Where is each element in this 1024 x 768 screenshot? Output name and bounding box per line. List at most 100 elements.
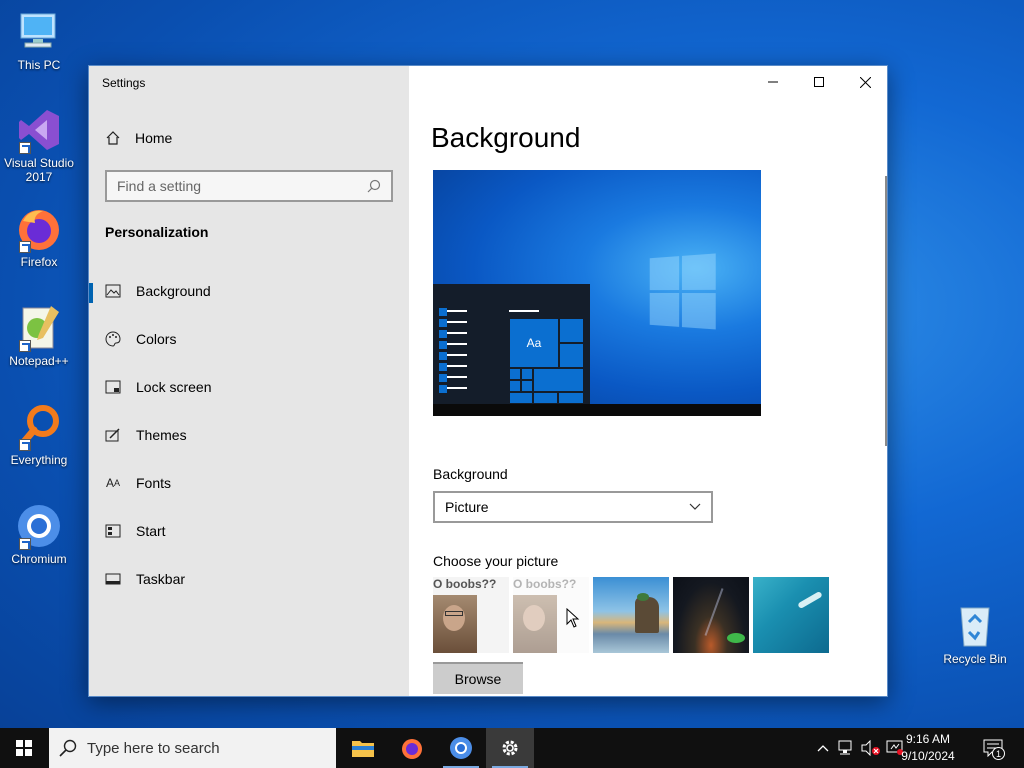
desktop-icon-everything[interactable]: Everything	[1, 403, 77, 467]
action-center-button[interactable]: 1	[978, 728, 1008, 768]
desktop-icon-label: Notepad++	[9, 354, 69, 368]
picture-thumbnail[interactable]	[753, 577, 829, 653]
search-placeholder: Find a setting	[117, 178, 202, 194]
sidebar-item-start[interactable]: Start	[89, 511, 409, 551]
desktop-icon-label: Visual Studio 2017	[4, 156, 74, 184]
picture-thumbnail[interactable]	[593, 577, 669, 653]
desktop-icon-label: Everything	[10, 453, 68, 467]
lock-screen-icon	[105, 379, 121, 395]
shortcut-arrow-icon	[19, 538, 31, 550]
search-placeholder: Type here to search	[87, 739, 220, 757]
show-hidden-icons-button[interactable]	[814, 728, 832, 768]
close-button[interactable]	[842, 66, 887, 98]
window-title: Settings	[102, 76, 146, 90]
dropdown-value: Picture	[445, 499, 489, 515]
shortcut-arrow-icon	[19, 241, 31, 253]
taskbar: Type here to search 9:16 AM 9/10/2024 1	[0, 728, 1024, 768]
shortcut-arrow-icon	[19, 340, 31, 352]
sidebar-item-colors[interactable]: Colors	[89, 319, 409, 359]
clock-date: 9/10/2024	[901, 749, 955, 763]
shortcut-arrow-icon	[19, 142, 31, 154]
gear-icon	[502, 740, 518, 756]
sidebar-item-themes[interactable]: Themes	[89, 415, 409, 455]
sidebar-item-taskbar[interactable]: Taskbar	[89, 559, 409, 599]
browse-button[interactable]: Browse	[433, 662, 523, 694]
sidebar-item-label: Colors	[136, 331, 177, 347]
shortcut-arrow-icon	[19, 439, 31, 451]
visual-studio-icon	[15, 106, 63, 154]
start-icon	[105, 523, 121, 539]
background-label: Background	[433, 466, 508, 482]
chromium-icon	[450, 737, 472, 759]
sidebar-item-lock-screen[interactable]: Lock screen	[89, 367, 409, 407]
everything-search-icon	[15, 403, 63, 451]
chromium-icon	[15, 502, 63, 550]
sidebar-item-label: Start	[136, 523, 166, 539]
taskbar-preview	[433, 404, 761, 416]
start-button[interactable]	[0, 728, 48, 768]
taskbar-firefox[interactable]	[388, 728, 436, 768]
windows-logo-preview	[649, 253, 717, 330]
desktop-icon-label: Chromium	[11, 552, 67, 566]
taskbar-settings[interactable]	[486, 728, 534, 768]
home-link[interactable]: Home	[105, 130, 172, 146]
desktop-icon-this-pc[interactable]: This PC	[1, 8, 77, 72]
clock-time: 9:16 AM	[905, 732, 951, 746]
firefox-icon	[402, 739, 422, 759]
scrollbar[interactable]	[885, 176, 887, 446]
network-tray-icon[interactable]	[836, 728, 858, 768]
thumb-caption: O boobs??	[513, 577, 577, 591]
firefox-icon	[15, 205, 63, 253]
maximize-icon	[814, 77, 824, 87]
page-title: Background	[431, 122, 581, 153]
maximize-button[interactable]	[796, 66, 842, 98]
font-icon: AA	[105, 476, 121, 490]
thumb-caption: O boobs??	[433, 577, 497, 591]
volume-tray-icon[interactable]	[860, 728, 882, 768]
picture-thumbnails: O boobs?? O boobs??	[433, 577, 829, 653]
notification-count: 1	[992, 747, 1005, 760]
minimize-button[interactable]	[750, 66, 796, 98]
taskbar-clock[interactable]: 9:16 AM 9/10/2024	[888, 731, 968, 765]
notepad-plus-plus-icon	[15, 304, 63, 352]
volume-muted-icon	[861, 740, 880, 756]
desktop-icon-chromium[interactable]: Chromium	[1, 502, 77, 566]
start-menu-preview: Aa	[433, 284, 590, 404]
desktop-icon-label: Recycle Bin	[943, 652, 1007, 666]
chevron-down-icon	[689, 503, 701, 510]
sidebar-item-label: Background	[136, 283, 211, 299]
picture-thumbnail[interactable]	[673, 577, 749, 653]
picture-icon	[105, 283, 121, 299]
sidebar-item-label: Lock screen	[136, 379, 212, 395]
desktop-icon-label: Firefox	[20, 255, 58, 269]
home-label: Home	[135, 130, 173, 146]
sidebar-item-label: Taskbar	[136, 571, 186, 587]
recycle-bin-icon	[951, 602, 999, 650]
picture-thumbnail[interactable]: O boobs??	[433, 577, 509, 653]
sidebar-item-label: Fonts	[136, 475, 172, 491]
computer-icon	[15, 8, 63, 56]
preview-tile-text: Aa	[509, 318, 559, 368]
desktop-icon-recycle-bin[interactable]: Recycle Bin	[937, 602, 1013, 666]
brush-icon	[105, 427, 121, 443]
background-type-dropdown[interactable]: Picture	[433, 491, 713, 523]
network-icon	[838, 740, 852, 755]
desktop-icon-visual-studio[interactable]: Visual Studio 2017	[1, 106, 77, 184]
taskbar-chromium[interactable]	[437, 728, 485, 768]
find-setting-input[interactable]: Find a setting	[105, 170, 393, 202]
section-heading: Personalization	[105, 224, 209, 240]
windows-logo-icon	[16, 740, 32, 756]
desktop-icon-firefox[interactable]: Firefox	[1, 205, 77, 269]
sidebar-item-background[interactable]: Background	[89, 271, 409, 311]
sidebar-item-label: Themes	[136, 427, 187, 443]
taskbar-search-box[interactable]: Type here to search	[49, 728, 336, 768]
sidebar-item-fonts[interactable]: AA Fonts	[89, 463, 409, 503]
background-preview: Aa	[433, 170, 761, 416]
palette-icon	[105, 331, 121, 347]
mouse-cursor-icon	[566, 608, 580, 628]
close-icon	[859, 76, 871, 88]
taskbar-file-explorer[interactable]	[339, 728, 387, 768]
settings-sidebar: Settings Home Find a setting Personaliza…	[89, 66, 409, 696]
choose-picture-label: Choose your picture	[433, 553, 559, 569]
desktop-icon-notepad-plus-plus[interactable]: Notepad++	[1, 304, 77, 368]
